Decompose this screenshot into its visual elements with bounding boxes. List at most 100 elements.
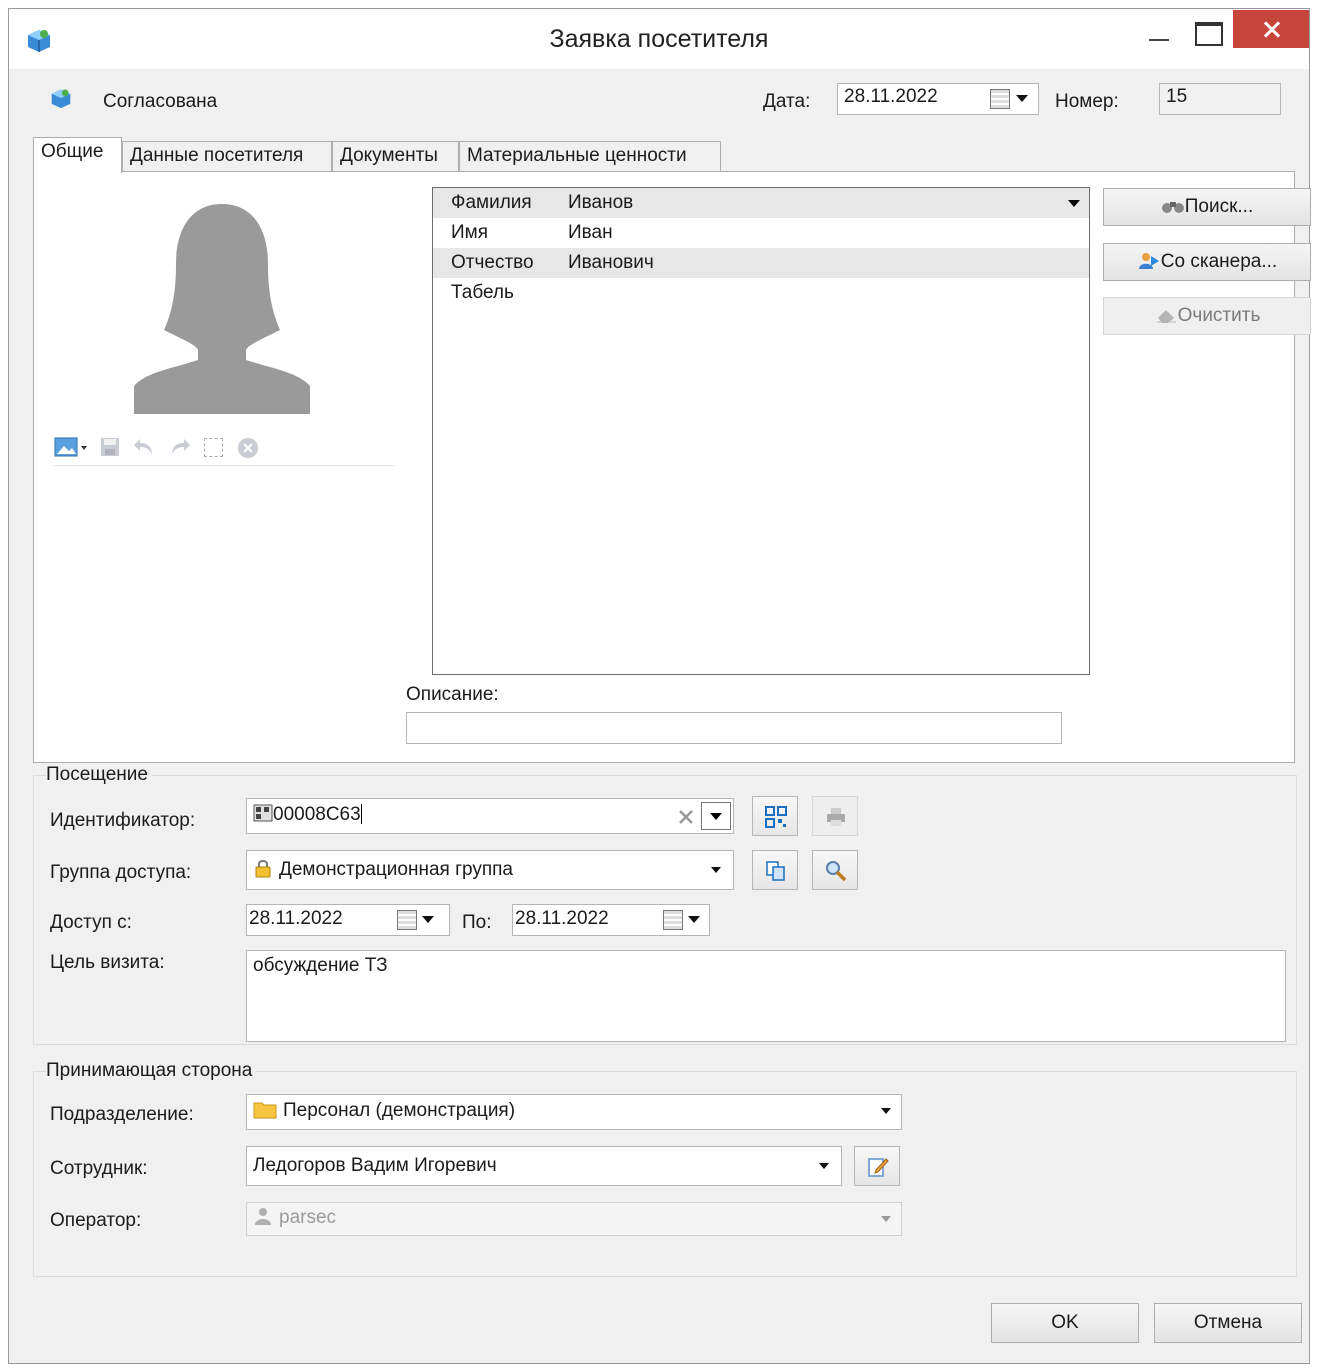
access-to-label: По: (462, 912, 492, 933)
grid-value: Иван (568, 222, 613, 243)
chevron-down-icon (710, 813, 722, 820)
person-grid[interactable]: Фамилия Иванов Имя Иван Отчество Иванови… (432, 187, 1090, 675)
delete-icon (238, 438, 258, 458)
undo-icon (134, 439, 152, 455)
access-from-value: 28.11.2022 (249, 908, 343, 929)
minimize-button[interactable] (1137, 9, 1183, 49)
grid-row-patronymic[interactable]: Отчество Иванович (433, 248, 1089, 278)
title-bar: Заявка посетителя (9, 9, 1309, 69)
calendar-icon[interactable] (990, 89, 1010, 109)
date-label: Дата: (763, 91, 811, 112)
calendar-icon[interactable] (397, 910, 417, 930)
select-area-icon (204, 438, 223, 457)
description-input[interactable] (406, 712, 1062, 744)
access-to-field[interactable]: 28.11.2022 (512, 904, 710, 936)
window-title: Заявка посетителя (549, 25, 769, 53)
chevron-down-icon[interactable] (688, 916, 700, 923)
close-button[interactable] (1233, 10, 1309, 48)
number-field: 15 (1159, 83, 1281, 115)
employee-value: Ледогоров Вадим Игоревич (253, 1155, 497, 1176)
date-field[interactable]: 28.11.2022 (837, 83, 1039, 115)
chevron-down-icon[interactable] (711, 867, 721, 873)
tab-valuables[interactable]: Материальные ценности (459, 141, 721, 171)
access-group-label: Группа доступа: (50, 862, 192, 883)
department-label: Подразделение: (50, 1104, 194, 1125)
scanner-button-label: Со сканера... (1160, 251, 1278, 272)
department-value: Персонал (демонстрация) (283, 1100, 516, 1121)
lock-icon (255, 860, 271, 878)
chevron-down-icon[interactable] (1016, 95, 1028, 102)
visitor-photo (134, 200, 310, 414)
edit-employee-button[interactable] (854, 1146, 900, 1186)
save-icon (101, 438, 119, 456)
status-text: Согласована (103, 91, 218, 112)
grid-value: Иванов (568, 192, 634, 213)
chevron-down-icon[interactable] (1068, 200, 1080, 207)
tab-general[interactable]: Общие (33, 137, 122, 173)
access-to-value: 28.11.2022 (515, 908, 609, 929)
date-value: 28.11.2022 (844, 86, 938, 107)
identifier-label: Идентификатор: (50, 810, 196, 831)
clear-button[interactable]: Очистить (1103, 297, 1311, 335)
qr-code-button[interactable] (752, 796, 798, 836)
clear-button-label: Очистить (1177, 305, 1261, 326)
employee-select[interactable]: Ледогоров Вадим Игоревич (246, 1146, 842, 1186)
operator-value: parsec (279, 1207, 337, 1228)
cancel-button[interactable]: Отмена (1154, 1303, 1302, 1343)
grid-row-tabel[interactable]: Табель (433, 278, 1089, 308)
grid-row-name[interactable]: Имя Иван (433, 218, 1089, 248)
purpose-input[interactable]: обсуждение ТЗ (246, 950, 1286, 1042)
host-group: Принимающая сторона Подразделение: Персо… (33, 1060, 1297, 1277)
chevron-down-icon[interactable] (819, 1163, 829, 1169)
grid-row-surname[interactable]: Фамилия Иванов (433, 188, 1089, 218)
identifier-input[interactable]: 00008C63 (246, 798, 734, 834)
access-from-field[interactable]: 28.11.2022 (246, 904, 450, 936)
grid-key: Отчество (451, 252, 534, 273)
photo-toolbar (54, 434, 394, 466)
employee-label: Сотрудник: (50, 1158, 148, 1179)
status-icon (51, 89, 71, 109)
chevron-down-icon[interactable] (422, 916, 434, 923)
ok-button[interactable]: OK (991, 1303, 1139, 1343)
user-icon (255, 1208, 271, 1225)
identifier-value: 00008C63 (273, 804, 361, 825)
card-icon (253, 804, 273, 822)
copy-button[interactable] (752, 850, 798, 890)
print-button[interactable] (812, 796, 858, 836)
calendar-icon[interactable] (663, 910, 683, 930)
scanner-icon (1138, 253, 1159, 269)
visitor-request-window: Заявка посетителя Согласована Дата: 28.1… (8, 8, 1311, 1364)
scanner-button[interactable]: Со сканера... (1103, 243, 1311, 281)
grid-key: Фамилия (451, 192, 532, 213)
visit-group: Посещение Идентификатор: 00008C63 Группа… (33, 764, 1297, 1045)
access-from-label: Доступ с: (50, 912, 132, 933)
grid-key: Имя (451, 222, 489, 243)
image-menu-icon[interactable] (54, 436, 88, 458)
find-button[interactable] (812, 850, 858, 890)
visit-group-title: Посещение (46, 764, 152, 786)
folder-icon (253, 1102, 277, 1119)
chevron-down-icon (881, 1216, 891, 1222)
tab-panel-general: Фамилия Иванов Имя Иван Отчество Иванови… (33, 171, 1311, 763)
operator-select: parsec (246, 1202, 902, 1236)
search-button[interactable]: Поиск... (1103, 188, 1311, 226)
maximize-button[interactable] (1185, 9, 1231, 49)
grid-key: Табель (451, 282, 514, 303)
access-group-select[interactable]: Демонстрационная группа (246, 850, 734, 890)
identifier-dropdown-button[interactable] (701, 802, 731, 830)
description-label: Описание: (406, 684, 499, 705)
access-group-value: Демонстрационная группа (279, 859, 514, 880)
department-select[interactable]: Персонал (демонстрация) (246, 1094, 902, 1130)
number-label: Номер: (1055, 91, 1119, 112)
magnifier-icon (826, 861, 847, 882)
eraser-icon (1156, 310, 1176, 323)
copy-icon (766, 861, 785, 881)
clear-icon[interactable] (677, 808, 695, 826)
printer-icon (827, 808, 845, 826)
edit-icon (868, 1158, 889, 1177)
grid-value: Иванович (568, 252, 654, 273)
binoculars-icon (1161, 202, 1184, 213)
chevron-down-icon[interactable] (881, 1108, 891, 1114)
tab-visitor-data[interactable]: Данные посетителя (122, 141, 332, 171)
tab-documents[interactable]: Документы (332, 141, 459, 171)
